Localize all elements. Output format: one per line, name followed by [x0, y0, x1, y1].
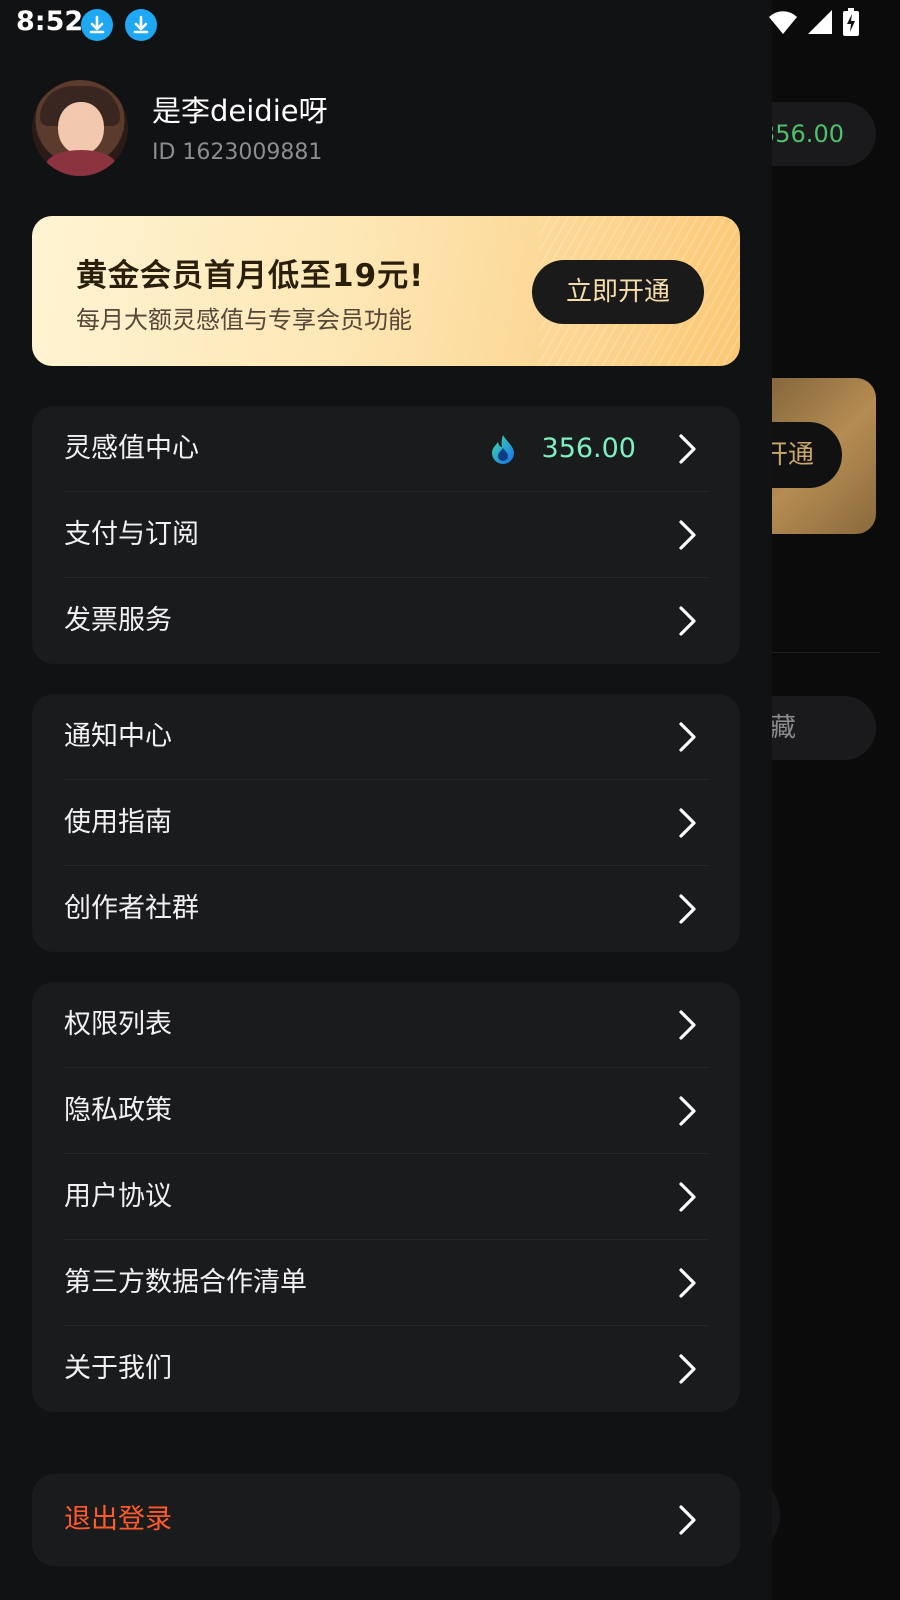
menu-item-label: 发票服务: [64, 605, 172, 636]
chevron-right-icon: [679, 808, 696, 838]
menu-item-about-us[interactable]: 关于我们: [64, 1326, 708, 1412]
avatar-face: [58, 102, 104, 154]
menu-item-label: 隐私政策: [64, 1095, 172, 1126]
menu-item-label: 创作者社群: [64, 893, 199, 924]
menu-item-payment-subscription[interactable]: 支付与订阅: [64, 492, 708, 578]
user-id: ID 1623009881: [152, 140, 323, 165]
wifi-icon: [768, 11, 797, 34]
menu-item-notification-center[interactable]: 通知中心: [64, 694, 708, 780]
activate-vip-button[interactable]: 立即开通: [532, 260, 704, 324]
menu-item-user-agreement[interactable]: 用户协议: [64, 1154, 708, 1240]
chevron-right-icon: [679, 1505, 696, 1535]
menu-item-invoice-service[interactable]: 发票服务: [64, 578, 708, 664]
menu-item-label: 灵感值中心: [64, 433, 199, 464]
menu-item-label: 使用指南: [64, 807, 172, 838]
menu-item-label: 用户协议: [64, 1181, 172, 1212]
inspiration-balance: 356.00: [541, 433, 636, 464]
download-icon: [125, 9, 157, 41]
promo-subtitle: 每月大额灵感值与专享会员功能: [76, 306, 412, 334]
chevron-right-icon: [679, 1354, 696, 1384]
promo-title: 黄金会员首月低至19元!: [76, 258, 425, 294]
menu-item-inspiration-center[interactable]: 灵感值中心 356.00: [64, 406, 708, 492]
menu-group-legal: 权限列表 隐私政策 用户协议 第三方数据合作清单 关于我们: [32, 982, 740, 1412]
chevron-right-icon: [679, 1010, 696, 1040]
chevron-right-icon: [679, 894, 696, 924]
menu-item-permission-list[interactable]: 权限列表: [64, 982, 708, 1068]
chevron-right-icon: [679, 434, 696, 464]
avatar[interactable]: [32, 80, 128, 176]
battery-charging-icon: [843, 8, 859, 36]
side-drawer: 是李deidie呀 ID 1623009881 黄金会员首月低至19元! 每月大…: [0, 0, 772, 1600]
chevron-right-icon: [679, 722, 696, 752]
download-icon: [81, 9, 113, 41]
logout-button[interactable]: 退出登录: [64, 1474, 708, 1566]
chevron-right-icon: [679, 606, 696, 636]
logout-label: 退出登录: [64, 1504, 172, 1535]
menu-item-label: 第三方数据合作清单: [64, 1267, 307, 1298]
menu-item-label: 关于我们: [64, 1353, 172, 1384]
system-icons: [764, 8, 860, 40]
flame-drop-icon: [492, 435, 514, 464]
chevron-right-icon: [679, 1268, 696, 1298]
menu-item-privacy-policy[interactable]: 隐私政策: [64, 1068, 708, 1154]
avatar-scarf: [46, 150, 116, 176]
menu-item-user-guide[interactable]: 使用指南: [64, 780, 708, 866]
background-divider: [770, 652, 880, 653]
user-name[interactable]: 是李deidie呀: [152, 88, 328, 130]
status-bar: 8:52: [0, 0, 900, 48]
vip-promo-banner[interactable]: 黄金会员首月低至19元! 每月大额灵感值与专享会员功能 立即开通: [32, 216, 740, 366]
menu-group-account: 灵感值中心 356.00 支付与订阅 发票服务: [32, 406, 740, 664]
status-time: 8:52: [16, 6, 84, 37]
chevron-right-icon: [679, 1096, 696, 1126]
logout-card: 退出登录: [32, 1474, 740, 1566]
cellular-signal-icon: [807, 10, 832, 34]
menu-item-label: 通知中心: [64, 721, 172, 752]
chevron-right-icon: [679, 520, 696, 550]
menu-group-community: 通知中心 使用指南 创作者社群: [32, 694, 740, 952]
menu-item-label: 权限列表: [64, 1009, 172, 1040]
chevron-right-icon: [679, 1182, 696, 1212]
menu-item-third-party-data[interactable]: 第三方数据合作清单: [64, 1240, 708, 1326]
menu-item-label: 支付与订阅: [64, 519, 199, 550]
menu-item-creator-community[interactable]: 创作者社群: [64, 866, 708, 952]
